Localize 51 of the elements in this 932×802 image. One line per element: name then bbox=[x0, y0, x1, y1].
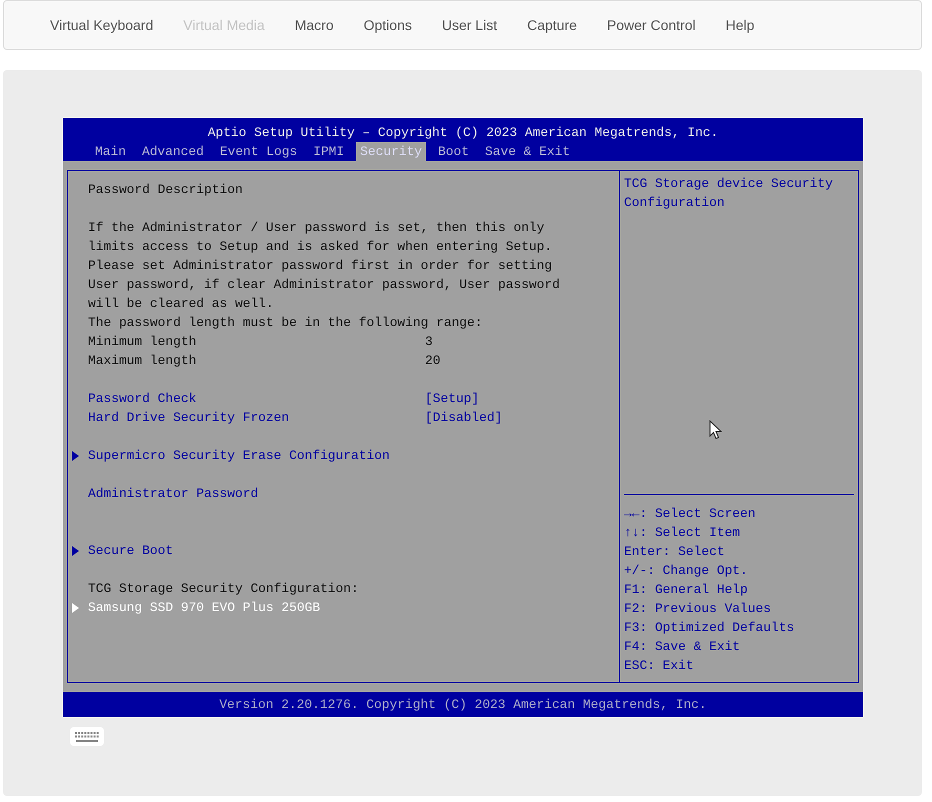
triangle-icon bbox=[71, 602, 80, 612]
nav-link[interactable]: User List bbox=[426, 17, 512, 33]
key-hint: +/-: Change Opt. bbox=[624, 562, 749, 580]
nav-link[interactable]: Macro bbox=[280, 17, 349, 33]
bios-footer: Version 2.20.1276. Copyright (C) 2023 American Megatrends, Inc. bbox=[63, 692, 863, 717]
nav-link[interactable]: Options bbox=[348, 17, 427, 33]
nav-link[interactable]: Power Control bbox=[592, 17, 711, 33]
bios-tab[interactable]: Save & Exit bbox=[481, 142, 574, 161]
setting-label[interactable]: Password Check bbox=[88, 389, 425, 408]
setting-value[interactable]: [Setup] bbox=[425, 389, 480, 408]
key-hint: →←: Select Screen bbox=[624, 505, 757, 523]
bios-label: Maximum length bbox=[88, 352, 198, 370]
setting-value: 20 bbox=[425, 352, 440, 370]
bios-title: Aptio Setup Utility – Copyright (C) 2023 American Megatrends, Inc. bbox=[206, 124, 720, 142]
bios-text: Please set Administrator password first in order for setting bbox=[88, 257, 552, 275]
bios-tab[interactable]: Boot bbox=[434, 142, 473, 161]
key-hint: ESC: Exit bbox=[624, 657, 695, 675]
triangle-icon bbox=[71, 450, 80, 460]
bios-text: The password length must be in the following range: bbox=[88, 314, 483, 332]
help-text: TCG Storage device Security bbox=[624, 175, 834, 193]
setting-label[interactable]: Administrator Password bbox=[88, 484, 258, 503]
bios-tab[interactable]: Event Logs bbox=[216, 142, 302, 161]
bios-text: limits access to Setup and is asked for when entering Setup. bbox=[88, 238, 552, 256]
setting-value: 3 bbox=[425, 333, 433, 351]
nav-link[interactable]: Help bbox=[710, 17, 770, 33]
bios-text: will be cleared as well. bbox=[88, 295, 274, 313]
bios-text: User password, if clear Administrator password, User password bbox=[88, 276, 560, 294]
nav-link[interactable]: Virtual Keyboard bbox=[35, 17, 168, 33]
bios-text: Password Description bbox=[88, 181, 243, 199]
bios-tab[interactable]: Advanced bbox=[138, 142, 208, 161]
key-hint: F2: Previous Values bbox=[624, 600, 772, 618]
setting-value[interactable]: [Disabled] bbox=[425, 408, 502, 427]
key-hint: F3: Optimized Defaults bbox=[624, 619, 796, 637]
key-hint: F1: General Help bbox=[624, 581, 749, 599]
nav-link[interactable]: Capture bbox=[512, 17, 592, 33]
mouse-pointer-icon bbox=[709, 420, 722, 440]
key-hint: F4: Save & Exit bbox=[624, 638, 742, 656]
triangle-icon bbox=[71, 546, 80, 556]
bios-text: If the Administrator / User password is set, then this only bbox=[88, 219, 544, 237]
bios-text: TCG Storage Security Configuration: bbox=[88, 580, 359, 598]
help-text: Configuration bbox=[624, 194, 726, 212]
submenu-item[interactable]: Secure Boot bbox=[88, 541, 174, 560]
keyboard-icon bbox=[74, 730, 100, 742]
key-hint: Enter: Select bbox=[624, 543, 726, 561]
submenu-item[interactable]: Supermicro Security Erase Configuration bbox=[88, 446, 390, 465]
key-hint: ↑↓: Select Item bbox=[624, 524, 742, 542]
keyboard-button[interactable] bbox=[70, 727, 104, 746]
setting-label[interactable]: Hard Drive Security Frozen bbox=[88, 408, 425, 427]
bios-tab[interactable]: IPMI bbox=[309, 142, 348, 161]
bios-label: Minimum length bbox=[88, 333, 198, 351]
bios-tab[interactable]: Main bbox=[91, 142, 130, 161]
